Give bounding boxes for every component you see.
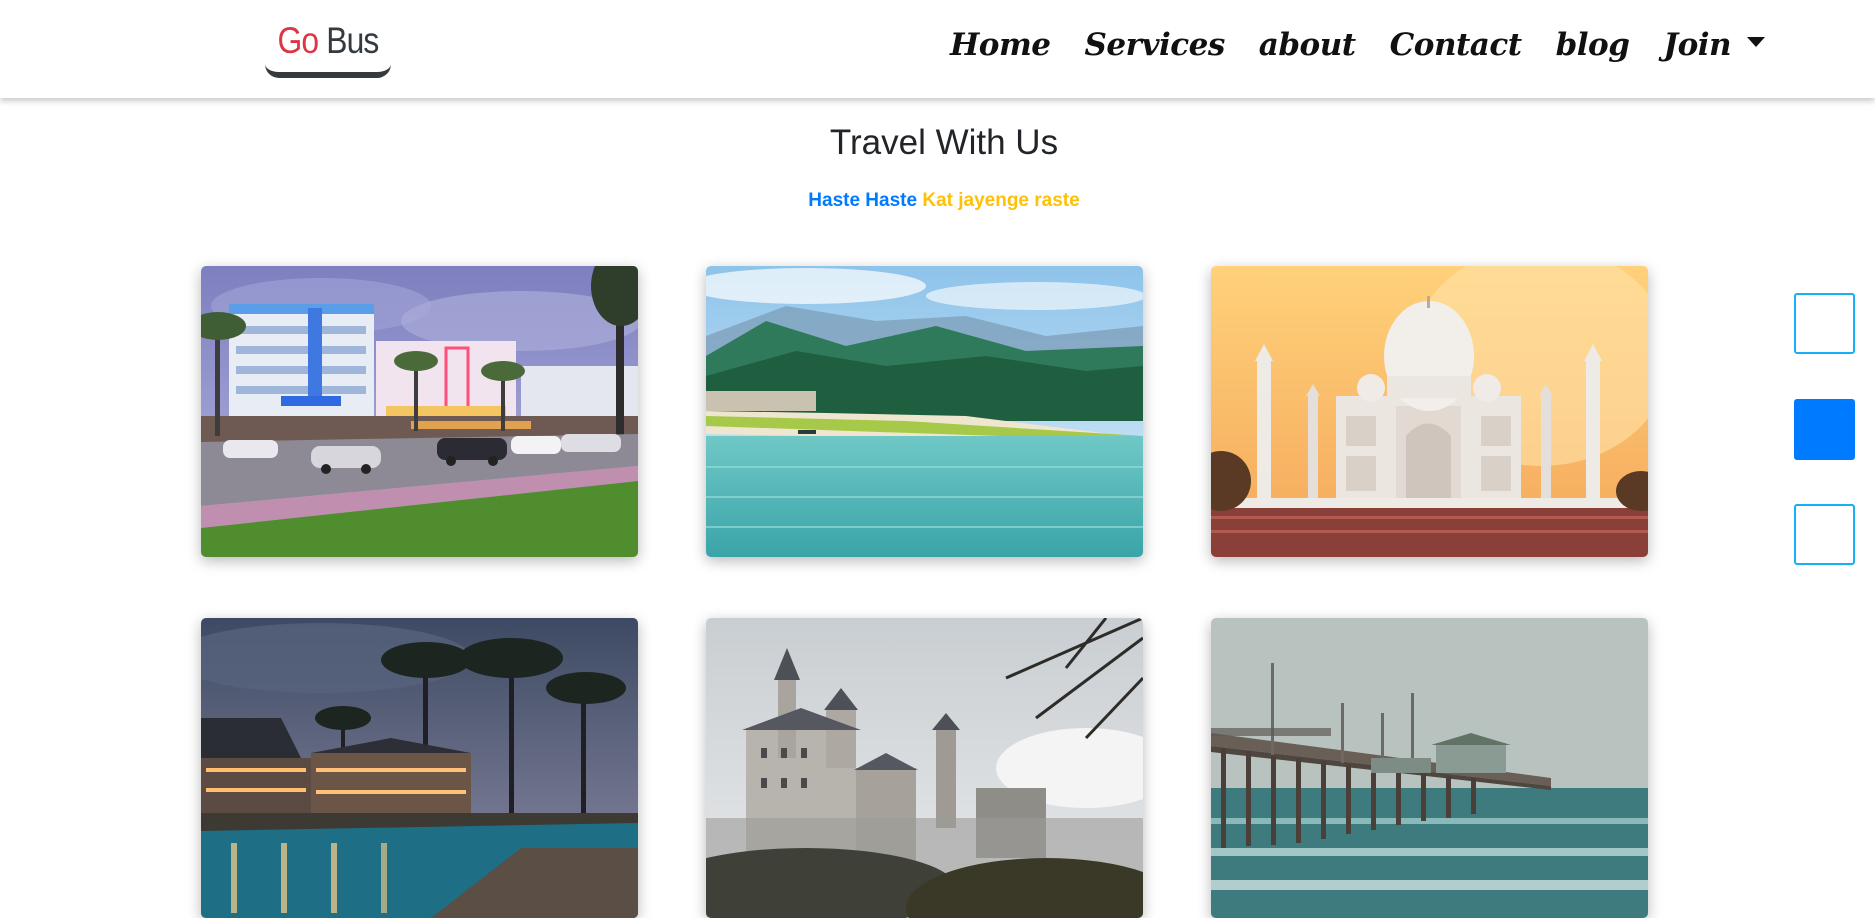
gallery-card-pier-sea[interactable] xyxy=(1211,618,1648,918)
taj-mahal-photo-icon xyxy=(1211,266,1648,557)
gallery-card-mountain-lake[interactable] xyxy=(706,266,1143,557)
navbar: Go Bus Home Services about Contact blog … xyxy=(0,0,1875,98)
gallery-card-hotel-street[interactable] xyxy=(201,266,638,557)
nav-home[interactable]: Home xyxy=(950,27,1051,63)
hotel-street-photo-icon xyxy=(201,266,638,557)
castle-photo-icon xyxy=(706,618,1143,918)
brand-underline xyxy=(265,62,391,78)
nav-menu: Home Services about Contact blog Join xyxy=(950,22,1766,68)
caret-down-icon xyxy=(1747,37,1766,47)
brand-go: Go xyxy=(277,20,320,61)
resort-pool-photo-icon xyxy=(201,618,638,918)
carousel-indicator-2-active[interactable] xyxy=(1794,399,1855,460)
carousel-indicator-3[interactable] xyxy=(1794,504,1855,565)
tagline: Haste Haste Kat jayenge raste xyxy=(0,190,1875,212)
tagline-blue: Haste Haste xyxy=(808,190,918,211)
nav-contact[interactable]: Contact xyxy=(1390,27,1523,63)
tagline-gold: Kat jayenge raste xyxy=(922,190,1080,211)
gallery-card-castle[interactable] xyxy=(706,618,1143,918)
nav-services[interactable]: Services xyxy=(1085,27,1226,63)
nav-join-dropdown[interactable]: Join xyxy=(1663,27,1766,63)
carousel-indicator-1[interactable] xyxy=(1794,293,1855,354)
mountain-lake-photo-icon xyxy=(706,266,1143,557)
pier-sea-photo-icon xyxy=(1211,618,1648,918)
brand-bus: Bus xyxy=(326,20,379,61)
gallery-card-taj-mahal[interactable] xyxy=(1211,266,1648,557)
nav-about[interactable]: about xyxy=(1259,27,1356,63)
gallery-card-resort-pool[interactable] xyxy=(201,618,638,918)
page-title: Travel With Us xyxy=(829,123,1059,162)
nav-join-label: Join xyxy=(1663,27,1732,63)
nav-blog[interactable]: blog xyxy=(1556,27,1630,63)
